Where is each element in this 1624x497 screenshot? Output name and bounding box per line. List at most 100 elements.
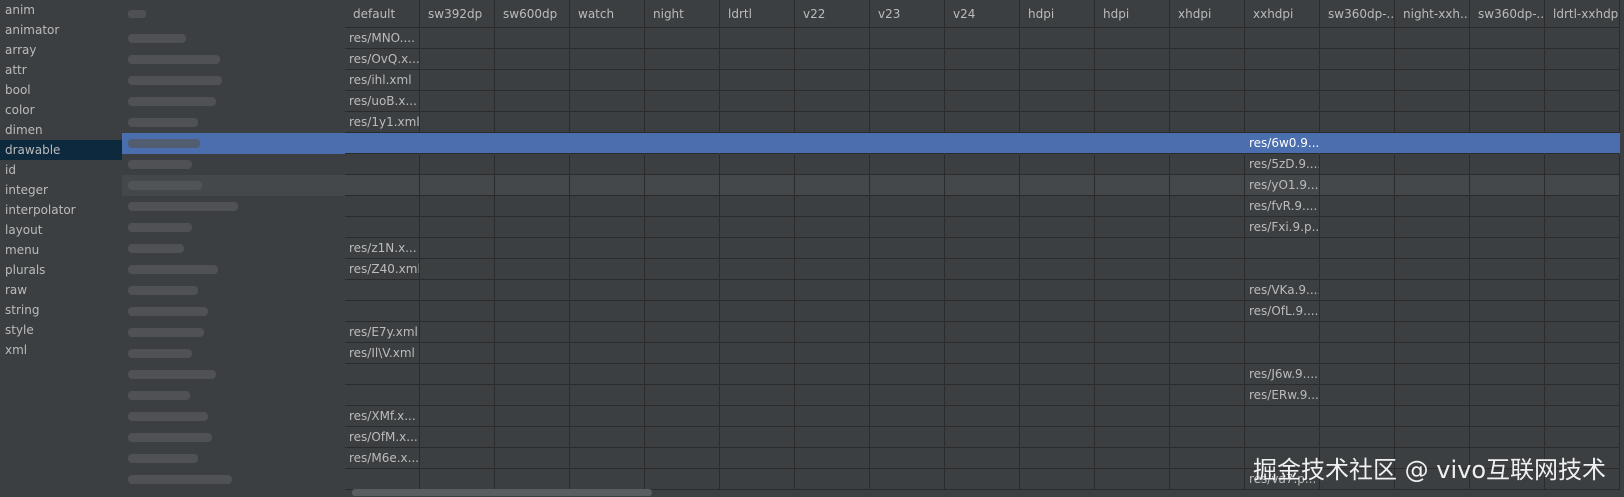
- cell-empty[interactable]: [645, 217, 720, 238]
- cell-empty[interactable]: [645, 385, 720, 406]
- cell-empty[interactable]: [1170, 217, 1245, 238]
- cell-empty[interactable]: [1020, 406, 1095, 427]
- cell-empty[interactable]: [1095, 49, 1170, 70]
- cell-empty[interactable]: [495, 28, 570, 49]
- cell-empty[interactable]: [1320, 154, 1395, 175]
- table-row[interactable]: res/fvR.9....: [345, 196, 1624, 217]
- column-header-8[interactable]: v24: [945, 0, 1020, 28]
- cell-empty[interactable]: [495, 238, 570, 259]
- cell-empty[interactable]: [1470, 259, 1545, 280]
- table-row[interactable]: res/VKa.9....: [345, 280, 1624, 301]
- cell-empty[interactable]: [495, 280, 570, 301]
- column-header-13[interactable]: sw360dp-...: [1320, 0, 1395, 28]
- cell-empty[interactable]: [945, 301, 1020, 322]
- cell-empty[interactable]: [1020, 133, 1095, 154]
- cell-empty[interactable]: [1170, 238, 1245, 259]
- cell-empty[interactable]: [870, 70, 945, 91]
- table-row[interactable]: res/ERw.9....: [345, 385, 1624, 406]
- cell-empty[interactable]: [1470, 112, 1545, 133]
- sidebar-item-menu[interactable]: menu: [0, 240, 122, 260]
- cell-empty[interactable]: [570, 175, 645, 196]
- cell-empty[interactable]: [420, 91, 495, 112]
- cell-empty[interactable]: [1470, 28, 1545, 49]
- cell-empty[interactable]: [495, 91, 570, 112]
- cell-empty[interactable]: [420, 448, 495, 469]
- cell-empty[interactable]: [945, 469, 1020, 490]
- cell-empty[interactable]: [1545, 133, 1620, 154]
- cell-empty[interactable]: [1170, 469, 1245, 490]
- cell-empty[interactable]: [1095, 28, 1170, 49]
- cell-empty[interactable]: [1545, 91, 1620, 112]
- cell-empty[interactable]: [1095, 70, 1170, 91]
- cell-empty[interactable]: [495, 217, 570, 238]
- cell-empty[interactable]: [1545, 112, 1620, 133]
- cell-empty[interactable]: [795, 448, 870, 469]
- table-row[interactable]: res/XMf.x...: [345, 406, 1624, 427]
- column-header-12[interactable]: xxhdpi: [1245, 0, 1320, 28]
- cell-empty[interactable]: [1545, 28, 1620, 49]
- cell-empty[interactable]: [645, 238, 720, 259]
- cell-empty[interactable]: [645, 112, 720, 133]
- cell-empty[interactable]: [1020, 238, 1095, 259]
- cell-empty[interactable]: [420, 259, 495, 280]
- cell-empty[interactable]: [1170, 49, 1245, 70]
- cell-empty[interactable]: [1170, 385, 1245, 406]
- cell-empty[interactable]: [795, 91, 870, 112]
- cell-empty[interactable]: [1320, 91, 1395, 112]
- cell-empty[interactable]: [1020, 448, 1095, 469]
- resource-key-cell[interactable]: [122, 112, 345, 133]
- column-header-5[interactable]: ldrtl: [720, 0, 795, 28]
- cell-empty[interactable]: [1170, 133, 1245, 154]
- cell-empty[interactable]: [870, 112, 945, 133]
- cell-empty[interactable]: [1020, 427, 1095, 448]
- cell-empty[interactable]: [1395, 175, 1470, 196]
- cell-empty[interactable]: [420, 133, 495, 154]
- sidebar-item-array[interactable]: array: [0, 40, 122, 60]
- column-header-14[interactable]: night-xxh...: [1395, 0, 1470, 28]
- cell-xxhdpi[interactable]: res/OfL.9....: [1245, 301, 1320, 322]
- cell-empty[interactable]: [720, 469, 795, 490]
- cell-empty[interactable]: [1395, 28, 1470, 49]
- cell-xxhdpi[interactable]: [1245, 406, 1320, 427]
- cell-empty[interactable]: [1020, 49, 1095, 70]
- cell-empty[interactable]: [570, 322, 645, 343]
- cell-empty[interactable]: [795, 175, 870, 196]
- cell-empty[interactable]: [870, 217, 945, 238]
- cell-empty[interactable]: [1320, 112, 1395, 133]
- cell-empty[interactable]: [795, 280, 870, 301]
- resource-key-cell[interactable]: [122, 217, 345, 238]
- cell-empty[interactable]: [1320, 364, 1395, 385]
- cell-empty[interactable]: [795, 154, 870, 175]
- cell-xxhdpi[interactable]: [1245, 427, 1320, 448]
- cell-empty[interactable]: [870, 175, 945, 196]
- table-row[interactable]: res/6w0.9....: [345, 133, 1624, 154]
- cell-empty[interactable]: [1095, 133, 1170, 154]
- cell-default[interactable]: [345, 364, 420, 385]
- cell-empty[interactable]: [1320, 406, 1395, 427]
- cell-empty[interactable]: [795, 322, 870, 343]
- cell-empty[interactable]: [870, 385, 945, 406]
- resource-key-cell[interactable]: [122, 238, 345, 259]
- column-header-9[interactable]: hdpi: [1020, 0, 1095, 28]
- cell-empty[interactable]: [570, 259, 645, 280]
- cell-empty[interactable]: [945, 406, 1020, 427]
- cell-xxhdpi[interactable]: [1245, 49, 1320, 70]
- cell-empty[interactable]: [495, 175, 570, 196]
- cell-empty[interactable]: [1095, 385, 1170, 406]
- cell-empty[interactable]: [1320, 70, 1395, 91]
- cell-empty[interactable]: [720, 364, 795, 385]
- cell-empty[interactable]: [1395, 280, 1470, 301]
- cell-empty[interactable]: [420, 70, 495, 91]
- cell-empty[interactable]: [1320, 28, 1395, 49]
- cell-default[interactable]: [345, 196, 420, 217]
- table-row[interactable]: res/ihl.xml: [345, 70, 1624, 91]
- cell-empty[interactable]: [1095, 301, 1170, 322]
- cell-empty[interactable]: [1020, 385, 1095, 406]
- cell-empty[interactable]: [645, 469, 720, 490]
- sidebar-item-attr[interactable]: attr: [0, 60, 122, 80]
- cell-empty[interactable]: [1170, 70, 1245, 91]
- cell-empty[interactable]: [870, 301, 945, 322]
- table-row[interactable]: res/yO1.9....: [345, 175, 1624, 196]
- cell-empty[interactable]: [420, 427, 495, 448]
- column-header-11[interactable]: xhdpi: [1170, 0, 1245, 28]
